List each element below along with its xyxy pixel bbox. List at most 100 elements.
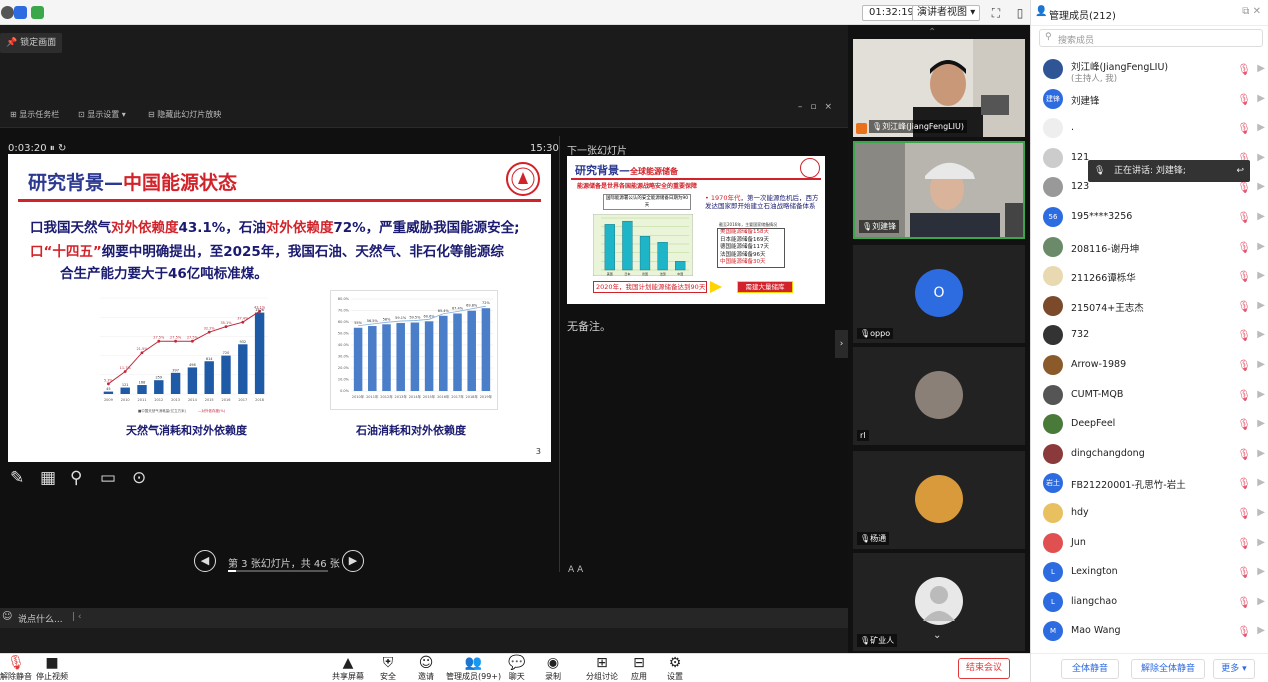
- member-row[interactable]: . 🎙 ▶: [1031, 114, 1268, 143]
- mic-muted-icon[interactable]: 🎙: [1237, 507, 1251, 520]
- member-row[interactable]: dingchangdong 🎙 ▶: [1031, 440, 1268, 469]
- mic-muted-icon[interactable]: 🎙: [1237, 418, 1251, 431]
- shield-icon[interactable]: [14, 6, 27, 19]
- layout-icon[interactable]: ▯: [1012, 5, 1028, 21]
- pause-icon[interactable]: ⏸: [50, 143, 58, 154]
- more-button[interactable]: 更多 ▾: [1213, 659, 1255, 679]
- member-row[interactable]: Lliangchao 🎙 ▶: [1031, 588, 1268, 617]
- camera-icon[interactable]: ▶: [1257, 329, 1265, 340]
- camera-icon[interactable]: ▶: [1257, 181, 1265, 192]
- screen-icon[interactable]: ▭: [100, 468, 116, 488]
- member-search[interactable]: ⚲ 搜索成员: [1039, 29, 1263, 47]
- video-tile-kuangyeren[interactable]: ⌄ 🎙矿业人: [853, 553, 1025, 651]
- mic-muted-icon[interactable]: 🎙: [1237, 625, 1251, 638]
- member-row[interactable]: hdy 🎙 ▶: [1031, 499, 1268, 528]
- video-tile-rl[interactable]: rl: [853, 347, 1025, 445]
- smiley-icon[interactable]: ☺: [2, 611, 12, 622]
- breakout-button[interactable]: ⊞ 分组讨论: [586, 655, 618, 682]
- record-button[interactable]: ◉ 录制: [545, 655, 561, 682]
- lock-screen-button[interactable]: 📌 锁定画面: [0, 33, 63, 53]
- fullscreen-icon[interactable]: ⛶: [988, 5, 1004, 21]
- chevron-up-icon[interactable]: ⌃: [928, 27, 936, 38]
- member-row[interactable]: 刘江峰(JiangFengLIU) (主持人, 我) 🎙 ▶: [1031, 55, 1268, 84]
- mic-muted-icon[interactable]: 🎙: [1237, 93, 1251, 106]
- camera-icon[interactable]: ▶: [1257, 566, 1265, 577]
- hide-slide-button[interactable]: ⊟ 隐藏此幻灯片放映: [148, 109, 221, 120]
- unmute-button[interactable]: 🎙 解除静音: [0, 655, 32, 682]
- mic-muted-icon[interactable]: 🎙: [1237, 63, 1251, 76]
- member-row[interactable]: 56 195****3256 🎙 ▶: [1031, 203, 1268, 232]
- mic-muted-icon[interactable]: 🎙: [1237, 181, 1251, 194]
- member-row[interactable]: 211266谭栎华 🎙 ▶: [1031, 262, 1268, 291]
- mic-muted-icon[interactable]: 🎙: [1237, 359, 1251, 372]
- settings-button[interactable]: ⚙ 设置: [667, 655, 683, 682]
- video-tile-yangtong[interactable]: 🎙杨通: [853, 451, 1025, 549]
- member-row[interactable]: Arrow-1989 🎙 ▶: [1031, 351, 1268, 380]
- slides-grid-icon[interactable]: ▦: [40, 468, 56, 488]
- previous-slide-button[interactable]: ◀: [194, 550, 216, 572]
- mic-muted-icon[interactable]: 🎙: [1237, 389, 1251, 402]
- member-row[interactable]: 建锋 刘建锋 🎙 ▶: [1031, 85, 1268, 114]
- camera-icon[interactable]: ▶: [1257, 389, 1265, 400]
- mic-muted-icon[interactable]: 🎙: [1237, 537, 1251, 550]
- collapse-panel-button[interactable]: ›: [835, 330, 848, 358]
- camera-icon[interactable]: ▶: [1257, 537, 1265, 548]
- mic-muted-icon[interactable]: 🎙: [1237, 329, 1251, 342]
- member-row[interactable]: M Mao Wang 🎙 ▶: [1031, 617, 1268, 646]
- mic-muted-icon[interactable]: 🎙: [1237, 566, 1251, 579]
- chat-button[interactable]: 💬 聊天: [508, 655, 525, 682]
- camera-icon[interactable]: ▶: [1257, 270, 1265, 281]
- member-row[interactable]: L Lexington 🎙 ▶: [1031, 558, 1268, 587]
- close-icon[interactable]: ⧉ ✕: [1242, 6, 1261, 17]
- security-button[interactable]: ⛨ 安全: [380, 655, 396, 682]
- unmute-all-button[interactable]: 解除全体静音: [1131, 659, 1205, 679]
- camera-icon[interactable]: ▶: [1257, 93, 1265, 104]
- member-row[interactable]: CUMT-MQB 🎙 ▶: [1031, 381, 1268, 410]
- mic-muted-icon[interactable]: 🎙: [1237, 596, 1251, 609]
- back-icon[interactable]: ↩: [1236, 160, 1244, 182]
- member-row[interactable]: 208116-谢丹坤 🎙 ▶: [1031, 233, 1268, 262]
- mic-muted-icon[interactable]: 🎙: [1237, 211, 1251, 224]
- camera-icon[interactable]: ▶: [1257, 152, 1265, 163]
- view-mode-dropdown[interactable]: 演讲者视图 ▾: [912, 5, 981, 21]
- more-options-icon[interactable]: ⊙: [132, 468, 146, 488]
- share-screen-button[interactable]: ▲ 共享屏幕: [332, 655, 364, 682]
- show-taskbar-button[interactable]: ⊞ 显示任务栏: [10, 109, 59, 120]
- apps-button[interactable]: ⊟ 应用: [631, 655, 647, 682]
- camera-icon[interactable]: ▶: [1257, 241, 1265, 252]
- chat-input[interactable]: 说点什么...: [18, 612, 63, 625]
- mic-muted-icon[interactable]: 🎙: [1237, 122, 1251, 135]
- camera-icon[interactable]: ▶: [1257, 359, 1265, 370]
- video-tile-host[interactable]: 🎙刘江峰(JiangFengLIU): [853, 39, 1025, 137]
- video-tile-oppo[interactable]: O 🎙oppo: [853, 245, 1025, 343]
- mute-all-button[interactable]: 全体静音: [1061, 659, 1119, 679]
- signal-icon[interactable]: [31, 6, 44, 19]
- camera-icon[interactable]: ▶: [1257, 418, 1265, 429]
- next-slide-preview[interactable]: 研究背景—全球能源储备 能源储备是世界各国能源战略安全的重要保障 国际能源署公认…: [567, 156, 825, 304]
- camera-icon[interactable]: ▶: [1257, 300, 1265, 311]
- display-settings-button[interactable]: ⊡ 显示设置 ▾: [78, 109, 126, 120]
- chevron-down-icon[interactable]: ⌄: [933, 630, 941, 641]
- mic-muted-icon[interactable]: 🎙: [1237, 477, 1251, 490]
- mic-muted-icon[interactable]: 🎙: [1237, 270, 1251, 283]
- mic-muted-icon[interactable]: 🎙: [1237, 300, 1251, 313]
- chevron-left-icon[interactable]: | ‹: [72, 612, 82, 622]
- end-meeting-button[interactable]: 结束会议: [958, 658, 1010, 679]
- camera-icon[interactable]: ▶: [1257, 122, 1265, 133]
- reset-icon[interactable]: ↻: [58, 143, 66, 154]
- camera-icon[interactable]: ▶: [1257, 477, 1265, 488]
- window-controls[interactable]: –▫×: [798, 102, 840, 112]
- camera-icon[interactable]: ▶: [1257, 448, 1265, 459]
- invite-button[interactable]: ☺ 邀请: [418, 655, 434, 682]
- camera-icon[interactable]: ▶: [1257, 596, 1265, 607]
- camera-icon[interactable]: ▶: [1257, 63, 1265, 74]
- member-row[interactable]: 岩土 FB21220001-孔思竹-岩土 🎙 ▶: [1031, 469, 1268, 498]
- member-row[interactable]: Jun 🎙 ▶: [1031, 529, 1268, 558]
- pen-icon[interactable]: ✎: [10, 468, 24, 488]
- member-row[interactable]: 215074+王志杰 🎙 ▶: [1031, 292, 1268, 321]
- member-row[interactable]: 732 🎙 ▶: [1031, 321, 1268, 350]
- member-row[interactable]: DeepFeel 🎙 ▶: [1031, 410, 1268, 439]
- camera-icon[interactable]: ▶: [1257, 211, 1265, 222]
- zoom-icon[interactable]: ⚲: [70, 468, 82, 488]
- stop-video-button[interactable]: ■ 停止视频: [36, 655, 68, 682]
